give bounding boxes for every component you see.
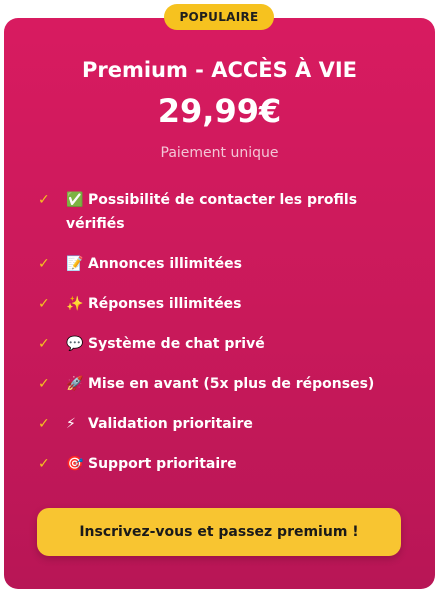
- target-icon: 🎯: [66, 456, 84, 472]
- speech-bubble-icon: 💬: [66, 336, 84, 352]
- popular-badge: POPULAIRE: [164, 4, 274, 30]
- check-icon: ✓: [38, 256, 50, 272]
- rocket-icon: 🚀: [66, 376, 84, 392]
- check-icon: ✓: [38, 456, 50, 472]
- check-mark-box-icon: ✅: [66, 192, 84, 208]
- feature-label: Annonces illimitées: [88, 256, 242, 272]
- feature-item-contact-profiles: ✓ ✅ Possibilité de contacter les profils …: [38, 188, 398, 236]
- feature-item-priority-support: ✓ 🎯 Support prioritaire: [38, 452, 398, 476]
- plan-price: 29,99€: [157, 92, 282, 130]
- feature-list: ✓ ✅ Possibilité de contacter les profils …: [38, 188, 398, 472]
- feature-label: Système de chat privé: [88, 336, 265, 352]
- sparkles-icon: ✨: [66, 296, 84, 312]
- check-icon: ✓: [38, 192, 50, 208]
- feature-item-unlimited-ads: ✓ 📝 Annonces illimitées: [38, 252, 398, 276]
- feature-item-private-chat: ✓ 💬 Système de chat privé: [38, 332, 398, 356]
- feature-label: Possibilité de contacter les profils vér…: [66, 192, 358, 232]
- feature-label: Support prioritaire: [88, 456, 237, 472]
- plan-title: Premium - ACCÈS À VIE: [81, 58, 358, 82]
- memo-icon: 📝: [66, 256, 84, 272]
- pricing-section: POPULAIRE Premium - ACCÈS À VIE 29,99€ P…: [0, 0, 439, 594]
- feature-label: Réponses illimitées: [88, 296, 242, 312]
- check-icon: ✓: [38, 336, 50, 352]
- feature-label: Validation prioritaire: [88, 416, 253, 432]
- feature-item-boost: ✓ 🚀 Mise en avant (5x plus de réponses): [38, 372, 398, 396]
- check-icon: ✓: [38, 296, 50, 312]
- payment-type-note: Paiement unique: [160, 145, 279, 161]
- check-icon: ✓: [38, 416, 50, 432]
- feature-label: Mise en avant (5x plus de réponses): [88, 376, 375, 392]
- lightning-icon: ⚡: [66, 416, 76, 432]
- subscribe-premium-button[interactable]: Inscrivez-vous et passez premium !: [37, 508, 401, 556]
- feature-item-priority-validation: ✓ ⚡ Validation prioritaire: [38, 412, 398, 436]
- feature-item-unlimited-replies: ✓ ✨ Réponses illimitées: [38, 292, 398, 316]
- check-icon: ✓: [38, 376, 50, 392]
